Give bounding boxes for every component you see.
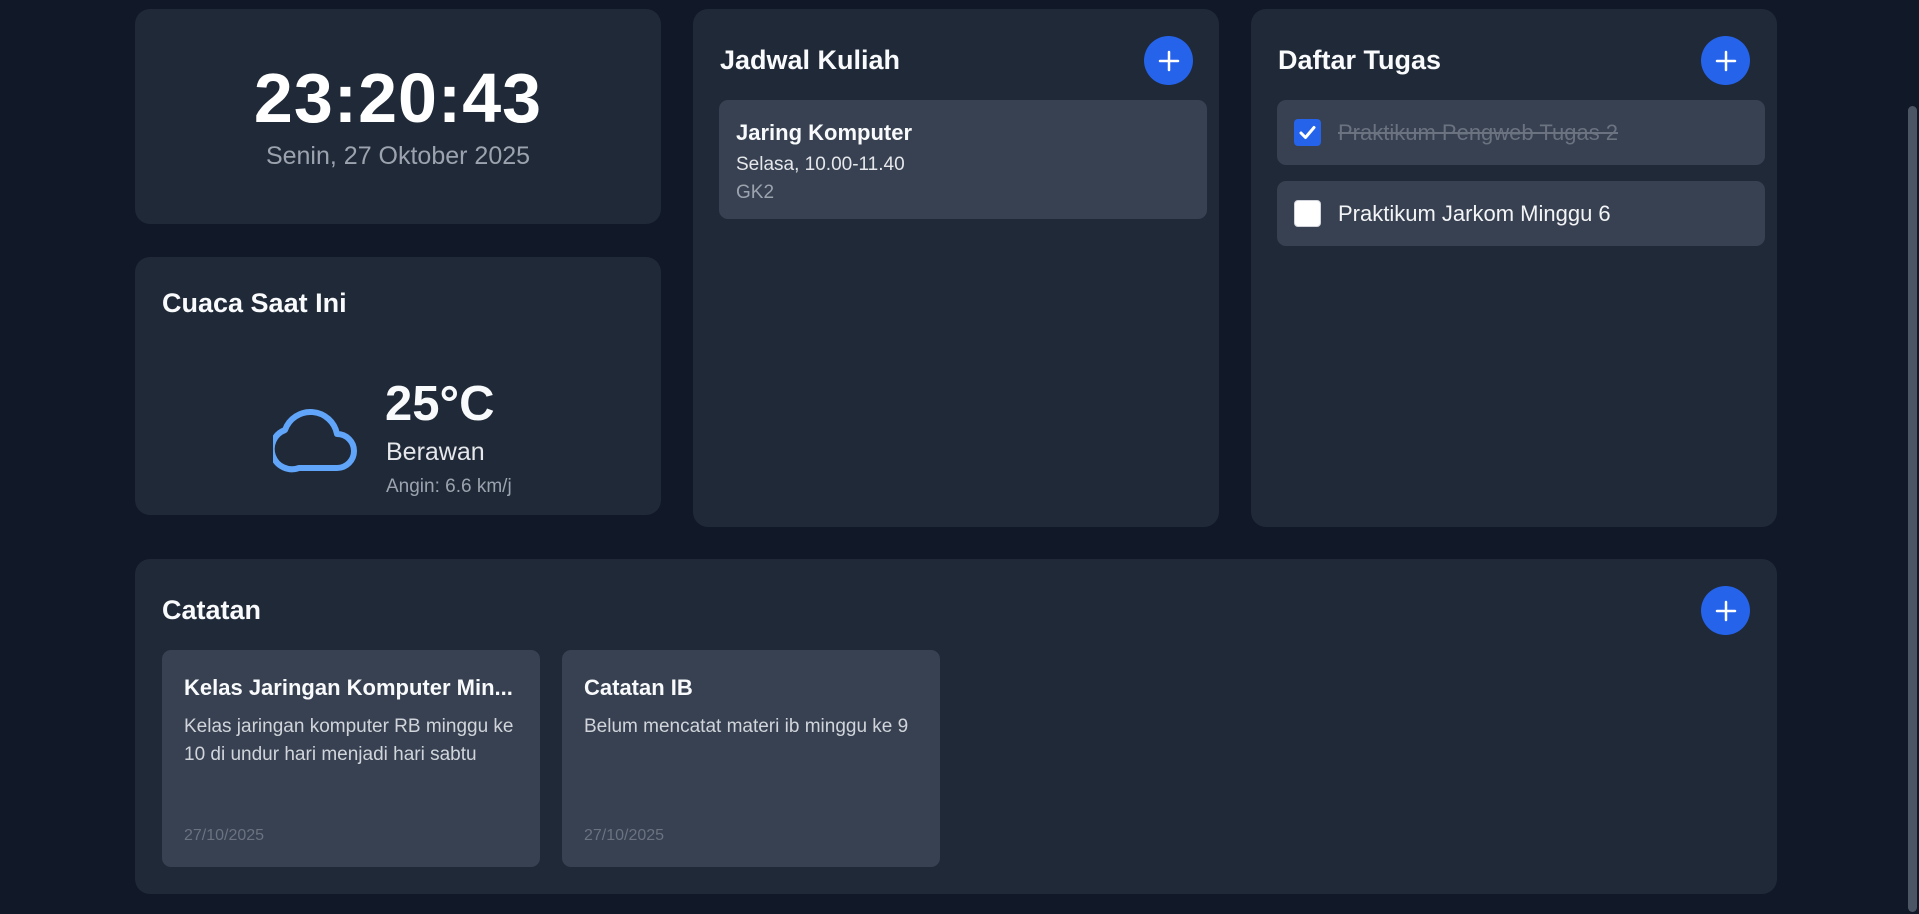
note-date: 27/10/2025 bbox=[184, 827, 265, 844]
weather-title: Cuaca Saat Ini bbox=[162, 288, 347, 318]
add-schedule-button[interactable] bbox=[1144, 36, 1193, 85]
scrollbar-thumb[interactable] bbox=[1908, 106, 1917, 912]
add-note-button[interactable] bbox=[1701, 586, 1750, 635]
task-item: Praktikum Jarkom Minggu 6 bbox=[1277, 181, 1765, 246]
wind-speed: Angin: 6.6 km/j bbox=[386, 476, 512, 497]
schedule-room: GK2 bbox=[736, 182, 775, 203]
tasks-card: Daftar Tugas Praktikum Pengweb Tugas 2 P… bbox=[1251, 9, 1777, 527]
checkmark-icon bbox=[1299, 126, 1316, 139]
clock-time: 23:20:43 bbox=[253, 59, 543, 137]
clock-date: Senin, 27 Oktober 2025 bbox=[265, 142, 531, 170]
note-card[interactable]: Kelas Jaringan Komputer Min... Kelas jar… bbox=[162, 650, 540, 867]
clock-card: 23:20:43 Senin, 27 Oktober 2025 bbox=[135, 9, 661, 224]
cloud-icon bbox=[268, 404, 361, 479]
task-checkbox[interactable] bbox=[1294, 200, 1321, 227]
schedule-item[interactable]: Jaring Komputer Selasa, 10.00-11.40 GK2 bbox=[719, 100, 1207, 219]
schedule-time: Selasa, 10.00-11.40 bbox=[736, 154, 905, 175]
note-card[interactable]: Catatan IB Belum mencatat materi ib ming… bbox=[562, 650, 940, 867]
schedule-title: Jadwal Kuliah bbox=[720, 45, 901, 75]
task-label: Praktikum Jarkom Minggu 6 bbox=[1338, 200, 1611, 226]
temperature: 25°C bbox=[385, 377, 495, 431]
task-checkbox[interactable] bbox=[1294, 119, 1321, 146]
note-date: 27/10/2025 bbox=[584, 827, 665, 844]
dashboard: 23:20:43 Senin, 27 Oktober 2025 Cuaca Sa… bbox=[0, 0, 1919, 914]
task-label: Praktikum Pengweb Tugas 2 bbox=[1338, 119, 1619, 145]
task-item: Praktikum Pengweb Tugas 2 bbox=[1277, 100, 1765, 165]
notes-title: Catatan bbox=[162, 595, 262, 625]
weather-condition: Berawan bbox=[386, 438, 485, 466]
add-task-button[interactable] bbox=[1701, 36, 1750, 85]
note-body: Belum mencatat materi ib minggu ke 9 bbox=[584, 716, 909, 737]
tasks-title: Daftar Tugas bbox=[1278, 45, 1442, 75]
weather-card: Cuaca Saat Ini 25°C Berawan Angin: 6.6 k… bbox=[135, 257, 661, 515]
plus-icon bbox=[1158, 50, 1179, 71]
note-title: Catatan IB bbox=[584, 675, 693, 700]
plus-icon bbox=[1715, 600, 1736, 621]
note-title: Kelas Jaringan Komputer Min... bbox=[184, 675, 513, 700]
plus-icon bbox=[1715, 50, 1736, 71]
notes-card: Catatan Kelas Jaringan Komputer Min... K… bbox=[135, 559, 1777, 894]
scrollbar[interactable] bbox=[1905, 0, 1919, 914]
note-body: Kelas jaringan komputer RB minggu ke 10 … bbox=[184, 716, 514, 765]
schedule-course: Jaring Komputer bbox=[736, 120, 913, 145]
schedule-card: Jadwal Kuliah Jaring Komputer Selasa, 10… bbox=[693, 9, 1219, 527]
